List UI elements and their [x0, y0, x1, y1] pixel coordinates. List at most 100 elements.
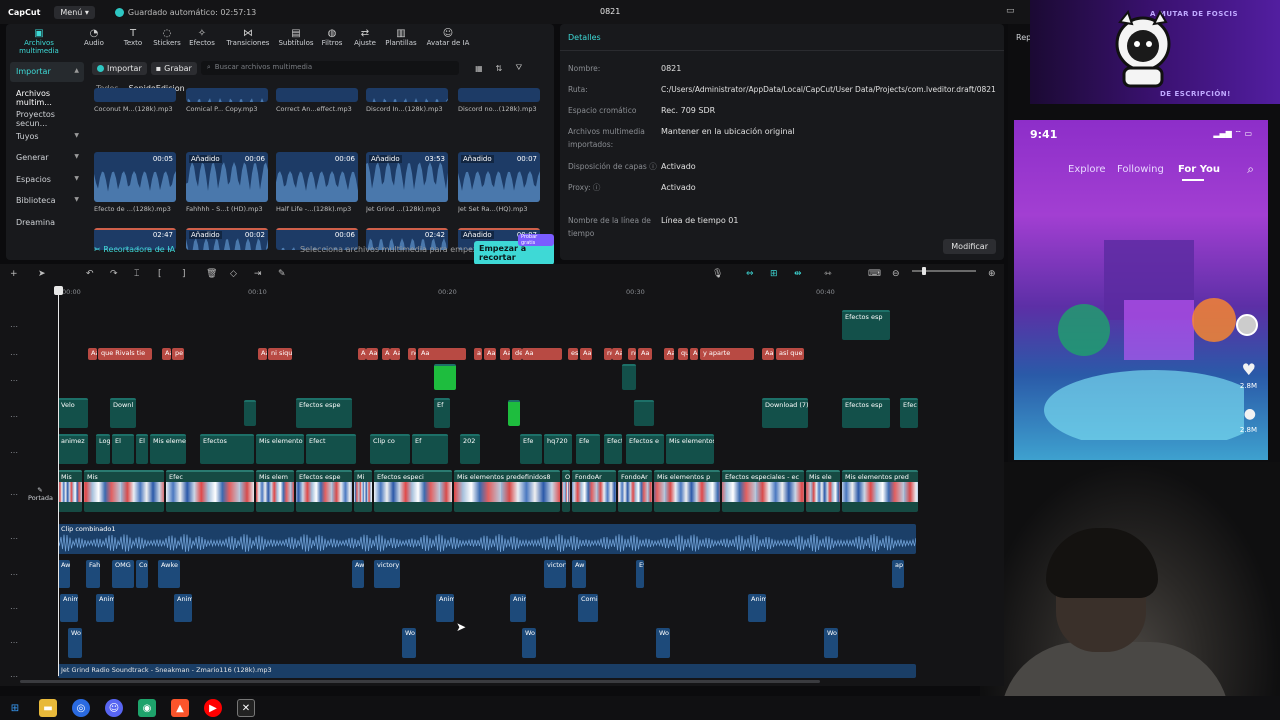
media-card[interactable]: Discord no...(128k).mp3: [458, 88, 540, 113]
text-clip[interactable]: así que: [776, 348, 804, 360]
text-clip[interactable]: Aa: [500, 348, 510, 360]
trim-left-icon[interactable]: [: [158, 269, 162, 279]
layout-icon[interactable]: ▭: [1006, 6, 1015, 16]
playhead[interactable]: [58, 288, 59, 676]
audio-clip[interactable]: Co: [136, 560, 148, 588]
audio-clip[interactable]: Anim: [436, 594, 454, 622]
timeline-scrollbar[interactable]: [20, 680, 820, 683]
track-menu-icon[interactable]: ⋯: [10, 490, 18, 499]
music-clip[interactable]: Jet Grind Radio Soundtrack - Sneakman - …: [58, 664, 916, 678]
text-clip[interactable]: Aa: [612, 348, 622, 360]
audio-clip[interactable]: Anim: [60, 594, 78, 622]
track-menu-icon[interactable]: ⋯: [10, 672, 18, 681]
zoom-slider-handle[interactable]: [922, 267, 926, 275]
audio-clip[interactable]: Ev: [636, 560, 644, 588]
text-clip[interactable]: y aparte: [700, 348, 754, 360]
shield-icon[interactable]: ◇: [230, 269, 237, 279]
video-clip[interactable]: Mis elementos pred: [842, 470, 918, 512]
text-clip[interactable]: pe: [172, 348, 184, 360]
microphone-icon[interactable]: 🎙: [712, 269, 723, 279]
video-clip[interactable]: Or: [562, 470, 570, 512]
overlay-clip[interactable]: Efect: [306, 434, 356, 464]
overlay-clip[interactable]: El: [112, 434, 134, 464]
text-clip[interactable]: Aa: [484, 348, 496, 360]
split-icon[interactable]: ⌶: [134, 269, 139, 279]
video-clip[interactable]: Mis ele: [806, 470, 840, 512]
video-clip[interactable]: Efectos espe: [296, 470, 352, 512]
sticker-clip[interactable]: [508, 400, 520, 426]
tool-filters[interactable]: ◍ Filtros: [316, 26, 348, 50]
text-clip[interactable]: no quiere c: [408, 348, 416, 360]
file-explorer-icon[interactable]: ▬: [39, 699, 57, 717]
sidebar-item-spaces[interactable]: Espacios ▼: [10, 170, 84, 190]
text-clip[interactable]: Aa: [162, 348, 171, 360]
track-menu-icon[interactable]: ⋯: [10, 350, 18, 359]
overlay-clip[interactable]: Efec: [900, 398, 918, 428]
sticker-clip[interactable]: [244, 400, 256, 426]
overlay-clip[interactable]: Mis elementos p: [150, 434, 186, 464]
overlay-clip[interactable]: Log: [96, 434, 110, 464]
tool-text[interactable]: T Texto: [116, 26, 150, 50]
overlay-clip[interactable]: Efe: [576, 434, 600, 464]
video-clip[interactable]: Mis elem: [256, 470, 294, 512]
audio-clip[interactable]: Wo: [522, 628, 536, 658]
mirror-icon[interactable]: ⇥: [254, 269, 262, 279]
audio-clip[interactable]: Anim: [748, 594, 766, 622]
overlay-clip[interactable]: hq720: [544, 434, 572, 464]
video-clip[interactable]: FondoAr: [572, 470, 616, 512]
media-card[interactable]: 00:05 Efecto de ...(128k).mp3: [94, 152, 176, 213]
filter-icon[interactable]: ⛛: [511, 63, 527, 73]
audio-clip[interactable]: Fah: [86, 560, 100, 588]
windows-start-icon[interactable]: ⊞: [6, 699, 24, 717]
effect-clip[interactable]: Efectos esp: [842, 310, 890, 340]
video-clip[interactable]: Mis elementos p: [654, 470, 720, 512]
preview-video[interactable]: 9:41 ▂▄▆ ⌔ ▭ Explore Following For You ⌕…: [1014, 120, 1268, 460]
text-clip[interactable]: es c: [568, 348, 578, 360]
audio-clip[interactable]: OMG: [112, 560, 134, 588]
text-clip[interactable]: Aa: [522, 348, 562, 360]
audio-clip[interactable]: Wo: [402, 628, 416, 658]
select-tool-icon[interactable]: ➤: [38, 269, 46, 279]
text-clip[interactable]: Aa: [664, 348, 674, 360]
overlay-clip[interactable]: Mis elementos pred: [666, 434, 714, 464]
snap-icon[interactable]: ⊞: [770, 269, 778, 279]
tool-media[interactable]: ▣ Archivos multimedia: [6, 26, 72, 55]
add-track-icon[interactable]: +: [10, 269, 18, 279]
combined-clip[interactable]: Clip combinado1: [58, 524, 916, 554]
overlay-clip[interactable]: Mis elemento: [256, 434, 304, 464]
text-clip[interactable]: Aa: [418, 348, 466, 360]
tool-stickers[interactable]: ◌ Stickers: [150, 26, 184, 50]
sidebar-item-import[interactable]: Importar ▲: [10, 62, 84, 82]
video-clip[interactable]: Mis elementos predefinidos8: [454, 470, 560, 512]
overlay-clip[interactable]: Downl: [110, 398, 136, 428]
sidebar-item-media[interactable]: Archivos multim...: [10, 84, 84, 107]
overlay-clip[interactable]: Efectos espe: [296, 398, 352, 428]
track-menu-icon[interactable]: ⋯: [10, 376, 18, 385]
grid-view-icon[interactable]: ▦: [471, 64, 487, 73]
sort-icon[interactable]: ⇅: [491, 64, 507, 73]
video-clip[interactable]: Mi: [354, 470, 372, 512]
audio-clip[interactable]: Anim: [510, 594, 526, 622]
video-clip[interactable]: Mis: [58, 470, 82, 512]
menu-button[interactable]: Menú ▾: [54, 5, 95, 19]
media-card[interactable]: 00:06 Half Life -...(128k).mp3: [276, 152, 358, 213]
tool-transitions[interactable]: ⋈ Transiciones: [220, 26, 276, 50]
text-clip[interactable]: Aa: [580, 348, 592, 360]
preview-axis-icon[interactable]: ⇹: [794, 269, 802, 279]
text-clip[interactable]: Aa: [88, 348, 97, 360]
import-button[interactable]: Importar: [92, 61, 147, 75]
track-menu-icon[interactable]: ⋯: [10, 570, 18, 579]
sidebar-item-yours[interactable]: Tuyos ▼: [10, 127, 84, 147]
audio-clip[interactable]: ap: [892, 560, 904, 588]
cover-button[interactable]: ✎ Portada: [28, 486, 53, 502]
overlay-clip[interactable]: Efectos esp: [842, 398, 890, 428]
text-clip[interactable]: nue: [628, 348, 636, 360]
audio-clip[interactable]: Anim: [96, 594, 114, 622]
audio-clip[interactable]: Wo: [68, 628, 82, 658]
audio-clip[interactable]: Comi: [578, 594, 598, 622]
track-menu-icon[interactable]: ⋯: [10, 412, 18, 421]
sidebar-item-subprojects[interactable]: Proyectos secun...: [10, 105, 84, 128]
link-icon[interactable]: ⇔: [746, 269, 754, 279]
overlay-clip[interactable]: Download (7): [762, 398, 808, 428]
search-input[interactable]: ⌕ Buscar archivos multimedia: [200, 61, 459, 75]
